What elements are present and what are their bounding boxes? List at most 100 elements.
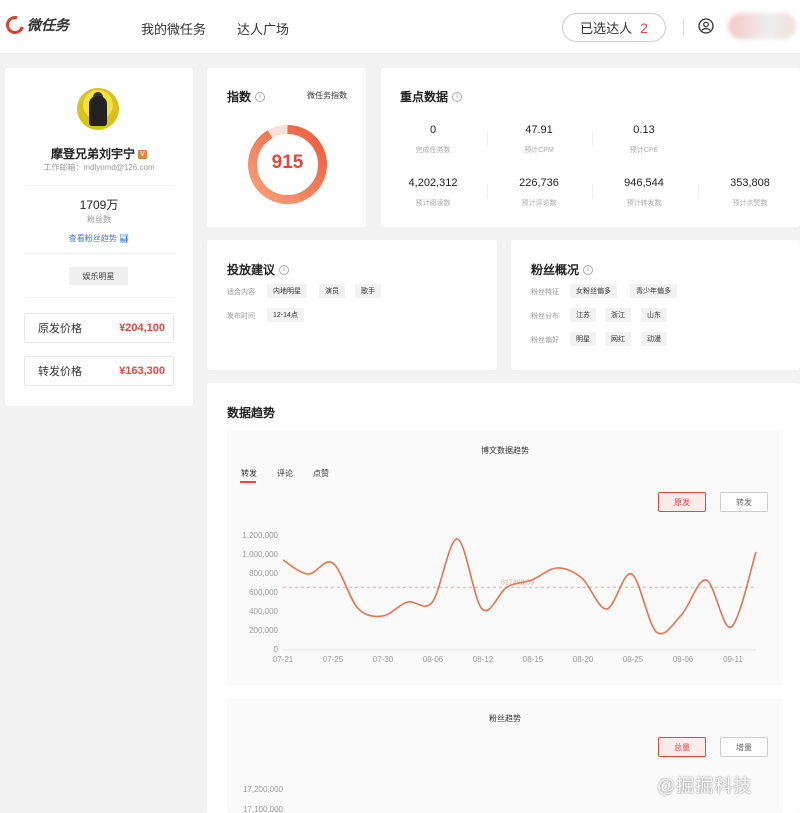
key-data-title-row: 重点数据 i [400,88,463,105]
series-line [283,538,757,635]
info-icon[interactable]: i [255,91,266,102]
y-tick: 400,000 [249,607,278,616]
fans-overview-title: 粉丝概况 [531,263,580,277]
original-toggle-button[interactable]: 原发 [658,492,706,512]
selected-talents-label: 已选达人 [580,21,633,36]
fans-chip: 青少年偏多 [630,284,677,298]
x-tick: 07-25 [322,655,344,664]
total-toggle-button[interactable]: 总量 [658,737,706,757]
metric-reposts: 946,544 预计转发数 [592,177,696,208]
fans-chip: 江苏 [570,308,596,322]
metric-value: 0.13 [633,124,655,136]
info-icon[interactable]: i [452,91,463,102]
y-tick: 200,000 [249,626,278,635]
index-value: 915 [271,152,304,173]
metric-value: 353,808 [730,177,770,189]
fans-trend-title: 粉丝趋势 [489,714,521,723]
view-fans-trend-link[interactable]: 查看粉丝趋势 📊︎ [5,233,193,244]
view-fans-trend-label: 查看粉丝趋势 [68,234,117,243]
category-tag: 娱乐明星 [69,267,128,285]
x-tick: 09-11 [723,655,743,664]
metric-cpe: 0.13 预计CPE [592,124,696,155]
repost-price-value: ¥163,300 [119,365,165,377]
metric-label: 完成任务数 [415,147,451,154]
x-tick: 09-06 [672,655,694,664]
metric-likes: 353,808 预计点赞数 [698,177,800,208]
profile-name: 摩登兄弟刘宇宁 [50,147,135,161]
metric-label: 预计点赞数 [732,200,768,207]
advice-chip: 12-14点 [267,308,304,322]
divider [592,184,593,198]
fans-count: 1709万 [79,198,119,212]
advice-title-row: 投放建议 i [227,261,290,278]
fans-row-label: 粉丝分布 [531,313,559,320]
post-trend-title: 博文数据趋势 [481,446,529,455]
index-title-row: 指数 i [227,88,266,105]
x-tick: 07-21 [272,655,294,664]
x-tick: 08-25 [622,655,644,664]
divider [25,253,175,254]
active-tab-indicator [240,481,256,483]
index-title: 指数 [227,90,252,104]
metric-reads: 4,202,312 预计阅读数 [381,177,485,208]
x-tick: 08-20 [572,655,594,664]
original-price-box: 原发价格 ¥204,100 [24,313,174,343]
nav-talent-square[interactable]: 达人广场 [237,19,289,38]
post-trend-chart: 627490.59 [283,538,757,651]
metric-value: 0 [429,124,437,136]
metric-label: 预计评论数 [521,200,557,207]
nav-my-tasks[interactable]: 我的微任务 [141,19,206,38]
advice-chip: 歌手 [355,284,381,298]
fans-chip: 山东 [641,308,667,322]
metric-value: 946,544 [624,177,664,189]
y-tick: 600,000 [249,588,278,597]
metric-label: 预计CPE [629,147,659,154]
repost-price-label: 转发价格 [38,366,82,378]
tab-comments[interactable]: 评论 [277,468,293,479]
selected-talents-button[interactable]: 已选达人 2 [562,13,666,42]
info-icon[interactable]: i [279,264,290,275]
top-bar: 微任务 我的微任务 达人广场 已选达人 2 [0,0,800,54]
fans-row-label: 粉丝特征 [531,289,559,296]
advice-card [207,240,497,370]
task-index-link[interactable]: 微任务指数 [307,90,347,101]
y-tick: 0 [273,645,278,654]
logo[interactable]: 微任务 [2,12,69,38]
y-tick: 1,200,000 [242,531,278,540]
advice-row-label: 发布时间 [227,313,255,320]
tab-repost[interactable]: 转发 [241,468,257,479]
x-tick: 08-15 [522,655,544,664]
y-tick: 800,000 [249,569,278,578]
fans-chip: 网红 [605,332,631,346]
tab-likes[interactable]: 点赞 [313,468,329,479]
verified-icon: V [138,150,147,160]
metric-value: 47.91 [525,124,553,136]
info-icon[interactable]: i [583,264,594,275]
fans-chip: 动漫 [641,332,667,346]
key-data-title: 重点数据 [400,90,449,104]
y-tick: 17,100,000 [242,805,283,813]
fans-count-label: 粉丝数 [87,215,111,224]
advice-title: 投放建议 [227,263,276,277]
increment-toggle-button[interactable]: 增量 [720,737,768,757]
avatar [77,88,119,130]
divider [25,297,175,298]
metric-comments: 226,736 预计评论数 [487,177,591,208]
y-tick: 17,200,000 [242,785,283,794]
divider [592,132,593,146]
original-price-label: 原发价格 [38,323,82,335]
trend-title: 数据趋势 [227,406,276,420]
user-avatar[interactable] [728,13,796,39]
advice-chip: 内地明星 [267,284,307,298]
fans-chip: 浙江 [605,308,631,322]
logo-icon [2,12,28,38]
profile-email: 工作邮箱：mdlynmd@126.com [43,163,155,172]
user-icon[interactable] [698,18,714,34]
watermark: @掘掘科技 [657,776,753,796]
divider [698,184,699,198]
selected-talents-count: 2 [640,19,648,36]
metric-value: 4,202,312 [408,177,458,189]
original-price-value: ¥204,100 [119,322,165,334]
repost-toggle-button[interactable]: 转发 [720,492,768,512]
metric-label: 预计CPM [524,147,554,154]
